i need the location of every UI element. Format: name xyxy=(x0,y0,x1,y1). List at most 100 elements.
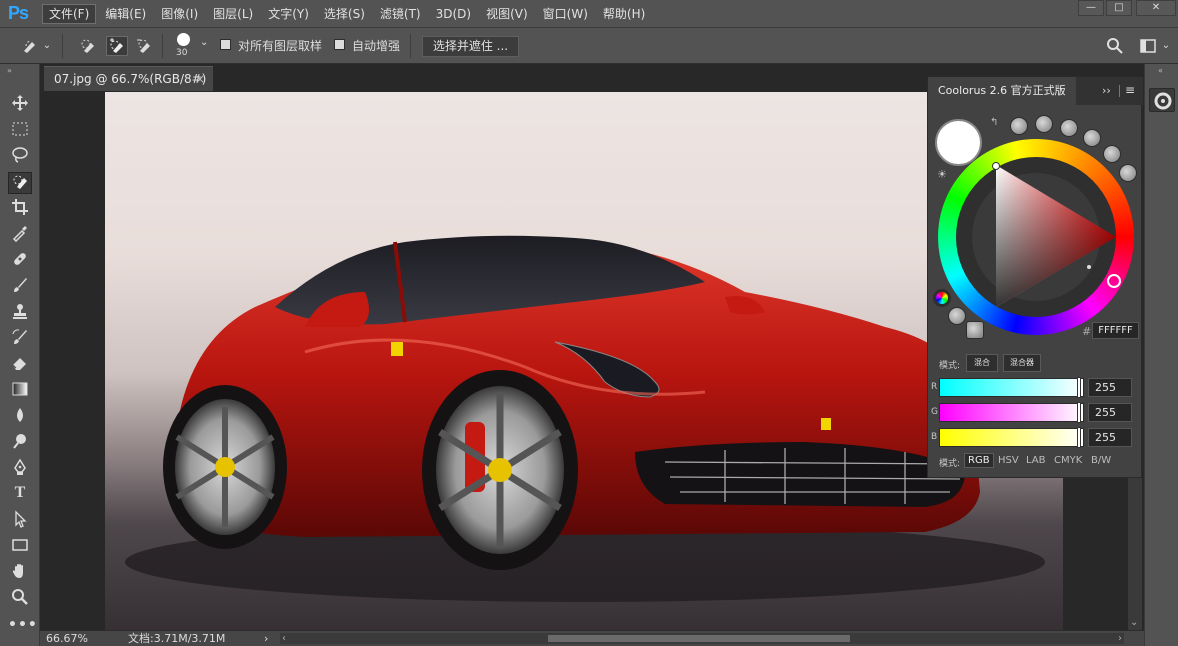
subtract-selection-icon[interactable] xyxy=(134,36,156,56)
minimize-button[interactable]: — xyxy=(1078,0,1104,16)
divider xyxy=(162,34,163,58)
status-menu-arrow-icon[interactable]: › xyxy=(264,631,268,646)
document-size-info[interactable]: 文档:3.71M/3.71M xyxy=(128,631,225,646)
menu-file[interactable]: 文件(F) xyxy=(42,4,97,24)
scroll-right-arrow-icon[interactable]: › xyxy=(1118,631,1122,646)
pen-tool-icon[interactable] xyxy=(8,458,32,480)
blur-tool-icon[interactable] xyxy=(8,406,32,428)
mode-lab-button[interactable]: LAB xyxy=(1026,453,1046,468)
sample-all-layers-checkbox[interactable] xyxy=(220,39,231,50)
channel-r-label: R xyxy=(931,382,938,392)
scroll-down-arrow-icon[interactable]: ⌄ xyxy=(1130,617,1138,628)
chevron-down-icon[interactable]: ⌄ xyxy=(41,36,53,56)
chevron-down-icon[interactable]: ⌄ xyxy=(1160,36,1172,56)
brush-size-picker[interactable]: 30 ⌄ xyxy=(172,31,212,61)
coolorus-panel-icon[interactable] xyxy=(1149,88,1175,112)
crop-tool-icon[interactable] xyxy=(8,198,32,220)
hand-tool-icon[interactable] xyxy=(8,562,32,584)
channel-r-value[interactable]: 255 xyxy=(1088,378,1132,397)
type-tool-icon[interactable]: T xyxy=(8,484,32,506)
add-to-selection-icon[interactable] xyxy=(106,36,128,56)
document-tab-title: 07.jpg @ 66.7%(RGB/8#) xyxy=(54,72,207,86)
menu-select[interactable]: 选择(S) xyxy=(318,4,371,24)
menu-type[interactable]: 文字(Y) xyxy=(262,4,315,24)
close-tab-icon[interactable]: × xyxy=(195,67,205,91)
slider-handle[interactable] xyxy=(1077,377,1081,398)
slider-handle[interactable] xyxy=(1077,427,1081,448)
marquee-tool-icon[interactable] xyxy=(8,120,32,142)
color-wheel[interactable] xyxy=(936,137,1136,337)
status-bar: 66.67% 文档:3.71M/3.71M › ‹ › xyxy=(40,630,1144,646)
search-icon[interactable] xyxy=(1104,36,1126,56)
auto-enhance-checkbox[interactable] xyxy=(334,39,345,50)
document-tab[interactable]: 07.jpg @ 66.7%(RGB/8#) × xyxy=(44,66,213,91)
panel-tab-coolorus[interactable]: Coolorus 2.6 官方正式版 xyxy=(928,77,1076,105)
path-select-tool-icon[interactable] xyxy=(8,510,32,532)
menu-layer[interactable]: 图层(L) xyxy=(207,4,259,24)
close-window-button[interactable]: ✕ xyxy=(1136,0,1176,16)
channel-r-slider[interactable] xyxy=(939,377,1084,398)
channel-b-slider[interactable] xyxy=(939,427,1084,448)
menu-image[interactable]: 图像(I) xyxy=(155,4,204,24)
menu-filter[interactable]: 滤镜(T) xyxy=(374,4,427,24)
stamp-tool-icon[interactable] xyxy=(8,302,32,324)
slider-handle[interactable] xyxy=(1077,402,1081,423)
mode-cmyk-button[interactable]: CMYK xyxy=(1054,453,1082,468)
sample-all-layers-label: 对所有图层取样 xyxy=(238,39,323,53)
brush-tool-icon[interactable] xyxy=(8,276,32,298)
scroll-left-arrow-icon[interactable]: ‹ xyxy=(282,631,286,646)
menu-3d[interactable]: 3D(D) xyxy=(430,4,477,24)
mode-bw-button[interactable]: B/W xyxy=(1091,453,1111,468)
harmony-2-icon[interactable] xyxy=(1035,115,1053,133)
maximize-button[interactable]: □ xyxy=(1106,0,1132,16)
navigate-icon[interactable] xyxy=(948,307,966,325)
hex-input[interactable]: FFFFFF xyxy=(1092,322,1139,339)
panel-dock: « xyxy=(1144,64,1178,646)
eyedropper-tool-icon[interactable] xyxy=(8,224,32,246)
tools-panel: » T ••• xyxy=(0,64,40,646)
zoom-level-field[interactable]: 66.67% xyxy=(46,631,88,646)
quick-select-tool-icon[interactable] xyxy=(8,172,32,194)
collapse-arrows-icon[interactable]: « xyxy=(1158,66,1163,75)
move-tool-icon[interactable] xyxy=(8,94,32,116)
collapse-arrows-icon[interactable]: » xyxy=(7,66,12,75)
harmony-3-icon[interactable] xyxy=(1060,119,1078,137)
channel-b-value[interactable]: 255 xyxy=(1088,428,1132,447)
menu-window[interactable]: 窗口(W) xyxy=(537,4,594,24)
select-and-mask-button[interactable]: 选择并遮住 ... xyxy=(422,36,519,57)
menu-list: 文件(F) 编辑(E) 图像(I) 图层(L) 文字(Y) 选择(S) 滤镜(T… xyxy=(42,4,654,24)
dodge-tool-icon[interactable] xyxy=(8,432,32,454)
lasso-tool-icon[interactable] xyxy=(8,146,32,168)
history-brush-icon[interactable] xyxy=(8,328,32,350)
menu-help[interactable]: 帮助(H) xyxy=(597,4,651,24)
more-tools-icon[interactable]: ••• xyxy=(8,614,37,636)
mode-hsv-button[interactable]: HSV xyxy=(998,453,1019,468)
menu-edit[interactable]: 编辑(E) xyxy=(99,4,152,24)
mixer-button[interactable]: 混合器 xyxy=(1003,354,1041,372)
rectangle-tool-icon[interactable] xyxy=(8,536,32,558)
swap-colors-icon[interactable]: ↰ xyxy=(990,117,998,128)
zoom-tool-icon[interactable] xyxy=(8,588,32,610)
horizontal-scrollbar[interactable]: ‹ › xyxy=(280,633,1124,644)
hex-prefix: # xyxy=(1082,325,1092,338)
new-selection-icon[interactable] xyxy=(78,36,100,56)
stop-icon[interactable] xyxy=(966,321,984,339)
harmony-1-icon[interactable] xyxy=(1010,117,1028,135)
expand-panel-icon[interactable]: ›› xyxy=(1102,84,1111,97)
mode-rgb-button[interactable]: RGB xyxy=(964,453,994,468)
blend-button[interactable]: 混合 xyxy=(966,354,998,372)
menu-bar: Ps 文件(F) 编辑(E) 图像(I) 图层(L) 文字(Y) 选择(S) 滤… xyxy=(0,0,1178,28)
color-mode-wheel-icon[interactable] xyxy=(933,289,951,307)
channel-g-value[interactable]: 255 xyxy=(1088,403,1132,422)
channel-g-slider[interactable] xyxy=(939,402,1084,423)
workspace-icon[interactable] xyxy=(1138,36,1160,56)
divider xyxy=(62,34,63,58)
scroll-thumb[interactable] xyxy=(548,635,850,642)
panel-menu-icon[interactable]: ≡ xyxy=(1125,83,1135,97)
eraser-tool-icon[interactable] xyxy=(8,354,32,376)
menu-view[interactable]: 视图(V) xyxy=(480,4,534,24)
healing-tool-icon[interactable] xyxy=(8,250,32,272)
auto-enhance-label: 自动增强 xyxy=(352,39,401,53)
gradient-tool-icon[interactable] xyxy=(8,380,32,402)
tool-preset-icon[interactable] xyxy=(20,36,42,56)
